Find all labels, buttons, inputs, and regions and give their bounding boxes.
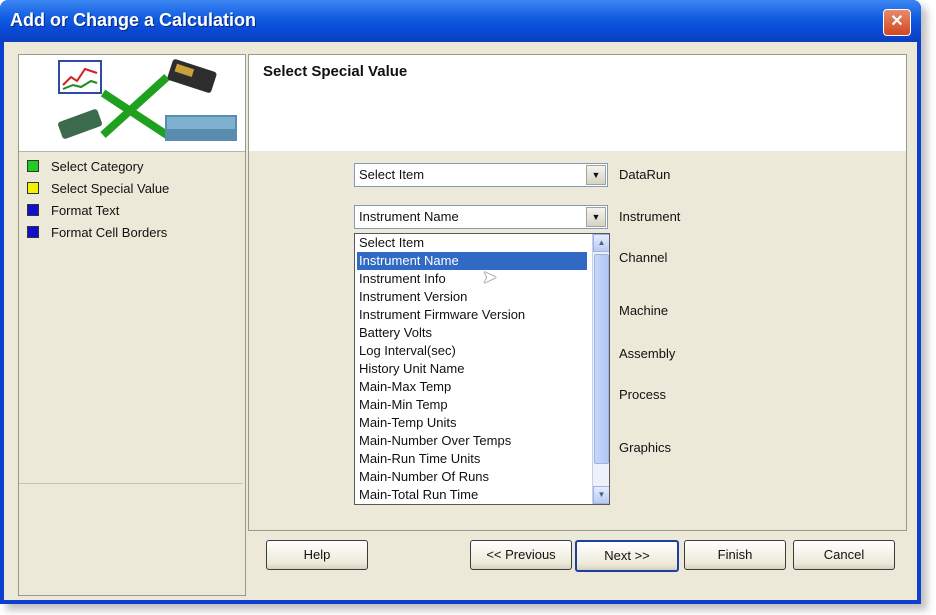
list-item[interactable]: History Unit Name [357, 360, 587, 378]
list-item[interactable]: Main-Run Time Units [357, 450, 587, 468]
list-item-selected[interactable]: Instrument Name [357, 252, 587, 270]
step-label: Select Special Value [51, 181, 170, 196]
wizard-logo-image [19, 55, 245, 152]
scroll-up-icon[interactable]: ▲ [593, 234, 609, 252]
page-title: Select Special Value [263, 63, 408, 80]
mouse-cursor-icon: ➤ [482, 267, 498, 287]
previous-button[interactable]: << Previous [470, 540, 572, 570]
help-button[interactable]: Help [266, 540, 368, 570]
chevron-down-icon[interactable]: ▼ [586, 207, 606, 227]
step-select-category[interactable]: Select Category [27, 159, 144, 177]
step-format-cell-borders[interactable]: Format Cell Borders [27, 225, 167, 243]
list-item[interactable]: Main-Max Temp [357, 378, 587, 396]
process-label: Process [619, 387, 666, 402]
step-select-special-value[interactable]: Select Special Value [27, 181, 169, 199]
chevron-down-icon[interactable]: ▼ [586, 165, 606, 185]
list-item[interactable]: Instrument Info [357, 270, 587, 288]
step-label: Format Text [51, 203, 120, 218]
list-item[interactable]: Main-Number Over Temps [357, 432, 587, 450]
list-item[interactable]: Main-Temp Units [357, 414, 587, 432]
dialog-client-area: Select Category Select Special Value For… [4, 42, 917, 600]
graphics-label: Graphics [619, 440, 672, 455]
wizard-steps-list: Select Category Select Special Value For… [19, 153, 243, 484]
step-status-icon [27, 160, 39, 172]
scroll-down-icon[interactable]: ▼ [593, 486, 609, 504]
dialog-window: Add or Change a Calculation ✕ Select Cat… [0, 0, 921, 604]
panel-header: Select Special Value [249, 55, 906, 151]
datarun-select[interactable]: Select Item ▼ [354, 163, 608, 187]
step-status-icon [27, 226, 39, 238]
list-item[interactable]: Log Interval(sec) [357, 342, 587, 360]
machine-label: Machine [619, 303, 669, 318]
datarun-label: DataRun [619, 167, 671, 182]
assembly-label: Assembly [619, 346, 676, 361]
instrument-label: Instrument [619, 209, 681, 224]
title-bar[interactable]: Add or Change a Calculation ✕ [0, 0, 921, 42]
scroll-thumb[interactable] [594, 254, 609, 464]
list-item[interactable]: Battery Volts [357, 324, 587, 342]
devices-connection-icon [58, 59, 237, 141]
close-icon[interactable]: ✕ [883, 9, 911, 36]
cancel-button[interactable]: Cancel [793, 540, 895, 570]
list-item[interactable]: Main-Number Of Runs [357, 468, 587, 486]
button-bar: Help << Previous Next >> Finish Cancel [248, 532, 905, 594]
list-item[interactable]: Instrument Firmware Version [357, 306, 587, 324]
window-title: Add or Change a Calculation [10, 10, 257, 30]
wizard-sidebar: Select Category Select Special Value For… [18, 54, 246, 596]
step-format-text[interactable]: Format Text [27, 203, 119, 221]
vertical-scrollbar[interactable]: ▲ ▼ [592, 234, 609, 504]
list-item[interactable]: Instrument Version [357, 288, 587, 306]
next-button[interactable]: Next >> [575, 540, 679, 572]
channel-label: Channel [619, 250, 668, 265]
finish-button[interactable]: Finish [684, 540, 786, 570]
list-item[interactable]: Main-Total Run Time [357, 486, 587, 504]
step-status-icon [27, 182, 39, 194]
instrument-select-value: Instrument Name [359, 209, 459, 224]
datarun-select-value: Select Item [359, 167, 425, 182]
list-item[interactable]: Select Item [357, 234, 587, 252]
step-label: Select Category [51, 159, 144, 174]
wizard-content-panel: Select Special Value Select Item ▼ DataR… [248, 54, 907, 531]
step-label: Format Cell Borders [51, 225, 168, 240]
step-status-icon [27, 204, 39, 216]
list-item[interactable]: Main-Min Temp [357, 396, 587, 414]
instrument-select[interactable]: Instrument Name ▼ [354, 205, 608, 229]
